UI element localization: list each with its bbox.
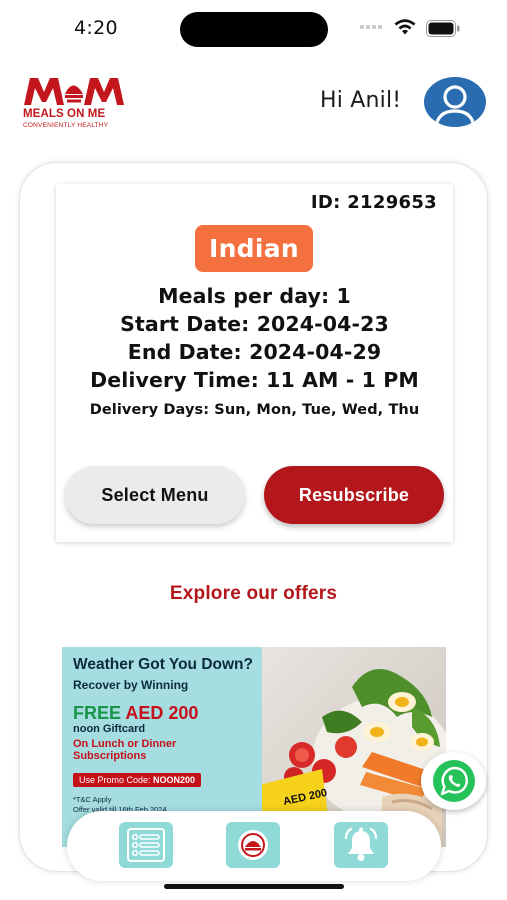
brand-logo: MEALS ON ME CONVENIENTLY HEALTHY xyxy=(22,74,126,134)
resubscribe-button[interactable]: Resubscribe xyxy=(264,466,444,524)
logo-mark-icon xyxy=(24,78,124,105)
start-date: Start Date: 2024-04-23 xyxy=(120,312,389,336)
whatsapp-button[interactable] xyxy=(421,752,486,810)
home-indicator xyxy=(164,884,344,889)
bell-icon xyxy=(344,827,378,861)
delivery-time: Delivery Time: 11 AM - 1 PM xyxy=(90,368,419,392)
wifi-icon xyxy=(394,19,416,35)
list-icon xyxy=(127,828,165,862)
banner-title: Weather Got You Down? xyxy=(73,656,253,673)
promo-code: NOON200 xyxy=(153,775,196,785)
nav-item-notifications[interactable] xyxy=(334,822,388,868)
nav-item-home[interactable] xyxy=(226,822,280,868)
cellular-signal-icon xyxy=(360,25,382,29)
explore-offers-heading: Explore our offers xyxy=(169,583,338,604)
cuisine-badge: Indian xyxy=(195,225,313,272)
dynamic-island xyxy=(180,12,328,47)
promo-code-tag: Use Promo Code: NOON200 xyxy=(73,773,202,787)
meals-per-day: Meals per day: 1 xyxy=(158,284,351,308)
subscription-card: ID: 2129653 Indian Meals per day: 1 Star… xyxy=(56,184,453,542)
battery-icon xyxy=(426,20,460,37)
banner-amount: AED 200 xyxy=(125,703,199,723)
nav-item-subscriptions[interactable] xyxy=(119,822,173,868)
banner-giftcard: noon Giftcard xyxy=(73,723,146,735)
banner-lunch-text: On Lunch or Dinner Subscriptions xyxy=(73,738,176,762)
profile-avatar[interactable] xyxy=(424,77,486,127)
banner-terms: *T&C Apply xyxy=(73,795,112,804)
status-time: 4:20 xyxy=(74,17,118,39)
user-icon xyxy=(434,85,476,127)
logo-tagline: CONVENIENTLY HEALTHY xyxy=(23,122,109,129)
select-menu-button[interactable]: Select Menu xyxy=(65,466,245,524)
banner-free-offer: FREE AED 200 xyxy=(73,703,198,724)
status-bar: 4:20 xyxy=(0,0,507,56)
delivery-days: Delivery Days: Sun, Mon, Tue, Wed, Thu xyxy=(89,402,420,418)
logo-icon xyxy=(238,830,268,860)
logo-name: MEALS ON ME xyxy=(23,108,106,120)
whatsapp-icon xyxy=(432,760,475,802)
banner-free: FREE xyxy=(73,703,122,723)
promo-prefix: Use Promo Code: xyxy=(79,775,151,785)
end-date: End Date: 2024-04-29 xyxy=(127,340,382,364)
banner-lunch-line1: On Lunch or Dinner xyxy=(73,738,177,750)
banner-subtitle: Recover by Winning xyxy=(73,678,189,692)
banner-lunch-line2: Subscriptions xyxy=(73,750,147,762)
greeting-text: Hi Anil! xyxy=(320,88,402,113)
subscription-id: ID: 2129653 xyxy=(310,192,437,213)
bottom-nav xyxy=(67,811,441,881)
